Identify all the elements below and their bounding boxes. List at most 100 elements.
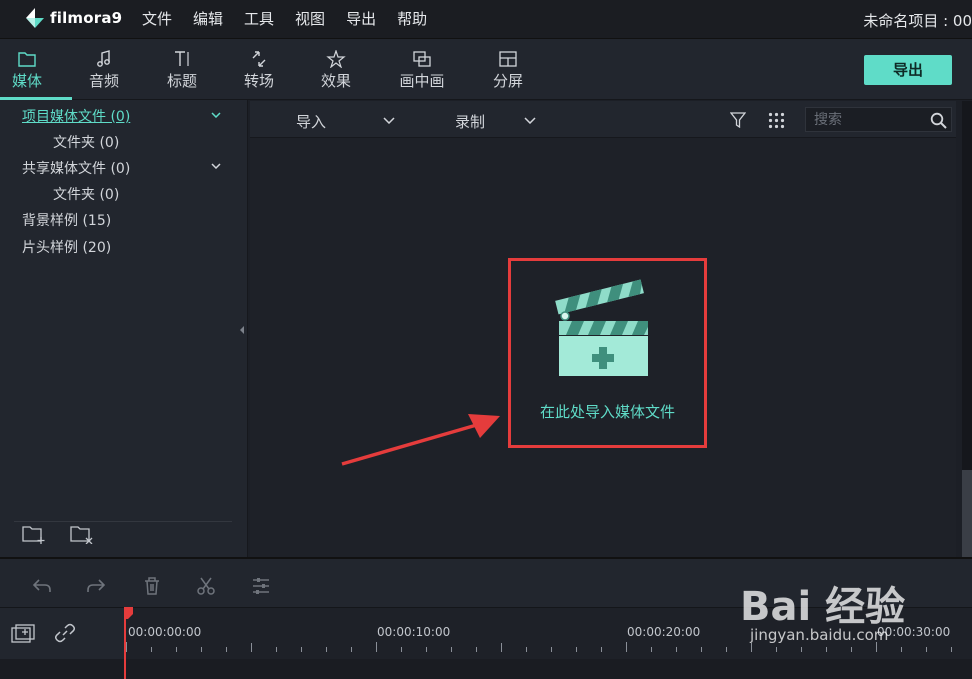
- adjust-icon[interactable]: [251, 576, 271, 596]
- title-bar: filmora9 文件 编辑 工具 视图 导出 帮助 未命名项目 : 00: [0, 0, 972, 39]
- title-text-icon: [175, 51, 189, 66]
- redo-icon[interactable]: [86, 576, 106, 596]
- playhead[interactable]: [124, 614, 126, 679]
- link-icon[interactable]: [55, 623, 75, 643]
- ruler-tick: [576, 647, 577, 652]
- module-tab-bar: 媒体 音频 标题 转场 效果 画中画 分屏 导出: [0, 39, 972, 100]
- ruler-tick: [526, 647, 527, 652]
- tree-shared-media[interactable]: 共享媒体文件 (0): [22, 158, 130, 178]
- delete-folder-icon[interactable]: [70, 524, 94, 544]
- tab-audio-label: 音频: [88, 72, 119, 90]
- menu-help[interactable]: 帮助: [397, 10, 427, 28]
- search-input[interactable]: [814, 111, 924, 129]
- music-note-icon: [97, 50, 110, 67]
- tab-transitions-label: 转场: [243, 72, 274, 90]
- app-logo: filmora9: [24, 6, 122, 30]
- ruler-tick: [251, 643, 252, 652]
- tab-effects-label: 效果: [320, 72, 351, 90]
- track-controls: [0, 608, 124, 660]
- tab-media[interactable]: 媒体: [0, 50, 54, 91]
- ruler-tick: [376, 642, 377, 652]
- tab-effects[interactable]: 效果: [306, 50, 366, 91]
- menu-view[interactable]: 视图: [295, 10, 325, 28]
- ruler-tick: [676, 647, 677, 652]
- ruler-tick: [151, 647, 152, 652]
- time-label: 00:00:00:00: [128, 625, 202, 639]
- watermark-brand: Bai 经验: [740, 584, 906, 630]
- divider: [14, 521, 232, 522]
- timeline-track[interactable]: [0, 659, 972, 679]
- clapperboard-add-icon: [555, 279, 648, 376]
- time-label: 00:00:10:00: [377, 625, 451, 639]
- ruler-tick: [176, 647, 177, 652]
- time-label: 00:00:20:00: [627, 625, 701, 639]
- delete-icon[interactable]: [142, 576, 162, 596]
- tab-split-screen[interactable]: 分屏: [478, 50, 538, 91]
- tab-transitions[interactable]: 转场: [229, 50, 289, 91]
- ruler-tick: [126, 642, 127, 652]
- media-toolbar: 导入 录制: [250, 101, 956, 138]
- ruler-tick: [426, 647, 427, 652]
- tree-intro-samples[interactable]: 片头样例 (20): [22, 237, 111, 257]
- collapse-panel-icon[interactable]: [239, 326, 245, 334]
- ruler-tick: [326, 647, 327, 652]
- tree-project-folder[interactable]: 文件夹 (0): [53, 132, 119, 152]
- menu-tools[interactable]: 工具: [244, 10, 274, 28]
- tab-pip[interactable]: 画中画: [392, 50, 452, 91]
- annotation-arrow-icon: [341, 414, 500, 466]
- media-library-panel: 项目媒体文件 (0) 文件夹 (0) 共享媒体文件 (0) 文件夹 (0) 背景…: [0, 100, 248, 557]
- ruler-tick: [651, 647, 652, 652]
- media-drop-area[interactable]: 在此处导入媒体文件: [250, 138, 956, 557]
- ruler-tick: [301, 647, 302, 652]
- ruler-tick: [451, 647, 452, 652]
- chevron-down-icon[interactable]: [211, 112, 221, 118]
- project-name: 未命名项目 : 00: [863, 12, 972, 30]
- record-dropdown[interactable]: 录制: [455, 111, 485, 132]
- ruler-tick: [276, 647, 277, 652]
- export-button[interactable]: 导出: [864, 55, 952, 85]
- split-screen-icon: [499, 51, 517, 67]
- pip-icon: [413, 51, 431, 67]
- search-icon[interactable]: [930, 112, 947, 129]
- filter-icon[interactable]: [730, 112, 746, 128]
- tab-pip-label: 画中画: [399, 72, 445, 90]
- tree-shared-folder[interactable]: 文件夹 (0): [53, 184, 119, 204]
- transition-icon: [252, 51, 266, 67]
- chevron-down-icon[interactable]: [524, 117, 536, 124]
- ruler-tick: [226, 647, 227, 652]
- menu-export[interactable]: 导出: [346, 10, 376, 28]
- scrollbar-thumb[interactable]: [962, 470, 972, 557]
- ruler-tick: [601, 647, 602, 652]
- folder-icon: [18, 52, 36, 67]
- menu-file[interactable]: 文件: [142, 10, 172, 28]
- ruler-tick: [351, 647, 352, 652]
- tree-background-samples[interactable]: 背景样例 (15): [22, 210, 111, 230]
- filmora-logo-icon: [26, 8, 44, 28]
- cut-icon[interactable]: [196, 576, 216, 596]
- search-box: [805, 107, 952, 132]
- tree-project-media[interactable]: 项目媒体文件 (0): [22, 106, 130, 126]
- menu-bar: 文件 编辑 工具 视图 导出 帮助: [142, 10, 448, 28]
- grid-view-icon[interactable]: [768, 112, 785, 129]
- menu-edit[interactable]: 编辑: [193, 10, 223, 28]
- ruler-tick: [501, 643, 502, 652]
- chevron-down-icon[interactable]: [211, 163, 221, 169]
- tab-titles-label: 标题: [166, 72, 197, 90]
- ruler-tick: [201, 647, 202, 652]
- tab-titles[interactable]: 标题: [152, 50, 212, 91]
- new-folder-icon[interactable]: [22, 524, 46, 544]
- import-hint-text: 在此处导入媒体文件: [539, 403, 675, 421]
- import-dropdown[interactable]: 导入: [296, 111, 326, 132]
- watermark-url: jingyan.baidu.com: [750, 626, 889, 644]
- ruler-tick: [726, 647, 727, 652]
- ruler-tick: [551, 647, 552, 652]
- chevron-down-icon[interactable]: [383, 117, 395, 124]
- tab-audio[interactable]: 音频: [74, 50, 134, 91]
- undo-icon[interactable]: [32, 576, 52, 596]
- add-track-icon[interactable]: [11, 624, 35, 644]
- baidu-watermark: Bai 经验 jingyan.baidu.com: [740, 574, 972, 658]
- effects-icon: [326, 50, 346, 68]
- import-media-highlight[interactable]: 在此处导入媒体文件: [508, 258, 707, 448]
- ruler-tick: [476, 647, 477, 652]
- app-name: filmora9: [50, 9, 123, 27]
